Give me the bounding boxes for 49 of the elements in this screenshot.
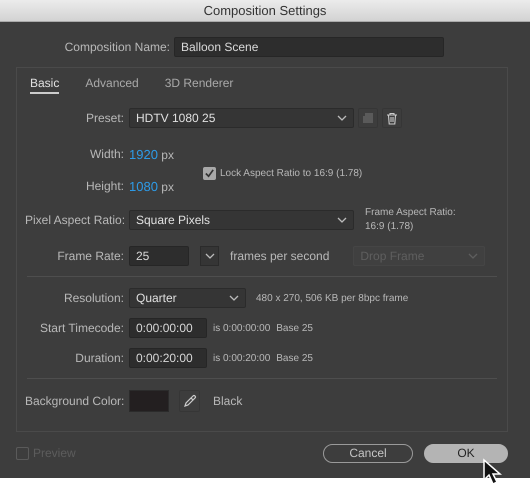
chevron-icon <box>229 295 239 301</box>
chevron-icon <box>468 253 478 259</box>
page-icon <box>362 112 374 124</box>
timebase-label: Base 25 <box>276 322 313 334</box>
preset-dropdown[interactable]: HDTV 1080 25 <box>129 108 354 128</box>
chevron-icon <box>337 115 347 121</box>
dialog-button[interactable]: OK <box>424 444 508 462</box>
delete-button[interactable] <box>382 108 402 128</box>
frame-aspect-note: Frame Aspect Ratio: 16:9 (1.78) <box>365 206 456 234</box>
color-swatch[interactable] <box>129 390 169 412</box>
field-label: Duration: <box>74 351 124 365</box>
field-label: Pixel Aspect Ratio: <box>25 213 124 227</box>
field-label: Composition Name: <box>64 40 170 54</box>
width-value[interactable]: 1920 <box>129 146 158 162</box>
chevron-icon <box>337 217 347 223</box>
chevron-icon <box>204 253 214 259</box>
height-value[interactable]: 1080 <box>129 178 158 194</box>
unit-label: px <box>161 148 174 162</box>
resolution-info: 480 x 270, 506 KB per 8bpc frame <box>256 292 408 304</box>
lock-aspect-checkbox[interactable] <box>202 166 216 180</box>
timebase-label: Base 25 <box>276 352 313 364</box>
field-label: Resolution: <box>62 291 124 305</box>
eyedropper-icon <box>182 394 196 408</box>
checkbox-label: Lock Aspect Ratio to 16:9 (1.78) <box>220 168 362 178</box>
tab[interactable]: Basic <box>30 74 60 94</box>
trash-icon <box>386 112 398 124</box>
color-name: Black <box>213 394 242 408</box>
timecode-field[interactable]: 0:00:00:00 <box>129 318 207 338</box>
unit-label: frames per second <box>230 249 330 263</box>
resolution-dropdown[interactable]: Quarter <box>129 288 246 308</box>
eyedropper-button[interactable] <box>179 390 200 412</box>
field-label: Height: <box>84 179 124 193</box>
field-label: Frame Rate: <box>56 249 124 263</box>
pixel-aspect-dropdown[interactable]: Square Pixels <box>129 210 354 230</box>
unit-label: px <box>161 180 174 194</box>
window-title: Composition Settings <box>204 3 326 18</box>
timecode-info: is 0:00:20:00 <box>213 352 270 364</box>
field-label: Preset: <box>84 111 124 125</box>
timecode-info: is 0:00:00:00 <box>213 322 270 334</box>
frame-rate-dropdown[interactable] <box>200 246 219 266</box>
frame-rate-field[interactable]: 25 <box>129 246 189 266</box>
field-label: Width: <box>88 147 124 161</box>
field-label: Start Timecode: <box>38 321 124 335</box>
tab[interactable]: 3D Renderer <box>164 74 234 94</box>
field-label: Background Color: <box>25 394 124 408</box>
tab[interactable]: Advanced <box>85 74 139 94</box>
dialog-button[interactable]: Cancel <box>323 444 413 462</box>
timecode-field[interactable]: 0:00:20:00 <box>129 348 207 368</box>
composition-name-field[interactable]: Balloon Scene <box>174 37 444 57</box>
